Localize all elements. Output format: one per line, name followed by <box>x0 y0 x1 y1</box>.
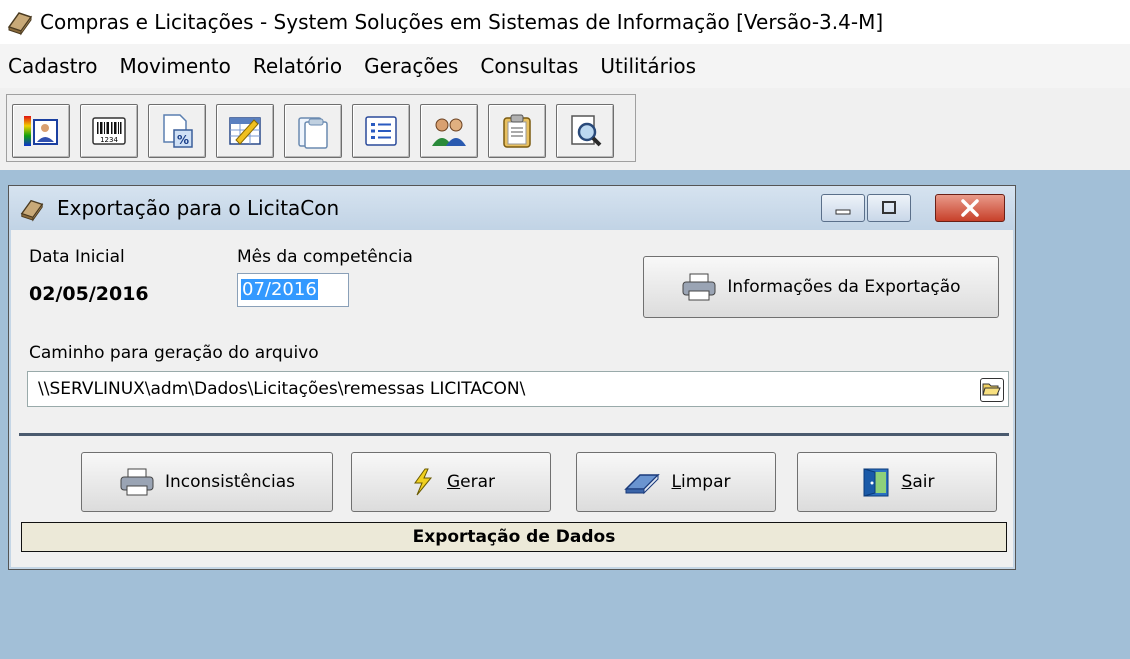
app-icon <box>7 12 33 36</box>
limpar-button[interactable]: Limpar <box>576 452 776 512</box>
lightning-icon <box>413 468 433 496</box>
search-document-icon <box>571 115 602 147</box>
limpar-label: Limpar <box>672 472 731 492</box>
gerar-accelerator: G <box>446 472 461 492</box>
toolbar-button-pessoas[interactable] <box>420 104 478 158</box>
dialog-title: Exportação para o LicitaCon <box>57 196 340 220</box>
inconsistencias-label: Inconsistências <box>165 472 295 492</box>
maximize-icon <box>882 201 896 214</box>
caminho-input[interactable]: \\SERVLINUX\adm\Dados\Licitações\remessa… <box>27 371 1009 407</box>
svg-text:1234: 1234 <box>100 136 118 144</box>
informacoes-exportacao-label: Informações da Exportação <box>727 277 961 297</box>
competencia-label: Mês da competência <box>237 247 413 267</box>
menu-cadastro[interactable]: Cadastro <box>0 54 111 78</box>
limpar-accelerator: L <box>671 472 681 492</box>
toolbar-button-cadastro[interactable] <box>12 104 70 158</box>
toolbar-button-lista[interactable] <box>352 104 410 158</box>
people-icon <box>432 118 466 146</box>
data-inicial-value: 02/05/2016 <box>29 283 149 305</box>
informacoes-exportacao-button[interactable]: Informações da Exportação <box>643 256 999 318</box>
minimize-button[interactable] <box>821 194 865 222</box>
dialog-titlebar[interactable]: Exportação para o LicitaCon <box>9 186 1015 230</box>
app-icon <box>20 199 44 222</box>
dialog-body: Data Inicial 02/05/2016 Mês da competênc… <box>11 230 1013 567</box>
toolbar: 1234 % <box>0 88 1130 170</box>
minimize-icon <box>835 209 851 215</box>
caminho-value: \\SERVLINUX\adm\Dados\Licitações\remessa… <box>38 379 526 399</box>
sair-accelerator: S <box>901 472 913 492</box>
limpar-label-rest: impar <box>681 472 731 492</box>
menu-consultas[interactable]: Consultas <box>472 54 592 78</box>
spreadsheet-edit-icon <box>229 117 261 145</box>
gerar-label: Gerar <box>447 472 495 492</box>
browse-folder-button[interactable] <box>980 378 1004 402</box>
export-dialog: Exportação para o LicitaCon Data Inicial… <box>8 185 1016 570</box>
svg-text:%: % <box>177 133 189 147</box>
clipboard-stack-icon <box>298 117 328 149</box>
toolbar-button-codigo-barras[interactable]: 1234 <box>80 104 138 158</box>
color-person-icon <box>24 116 58 146</box>
competencia-input[interactable]: 07/2016 <box>237 273 349 307</box>
status-panel: Exportação de Dados <box>21 522 1007 552</box>
barcode-icon: 1234 <box>92 117 126 145</box>
sair-label: Sair <box>902 472 935 492</box>
sair-button[interactable]: Sair <box>797 452 997 512</box>
clipboard-icon <box>503 114 531 148</box>
maximize-button[interactable] <box>867 194 911 222</box>
data-inicial-label: Data Inicial <box>29 247 125 267</box>
separator-line <box>19 433 1009 436</box>
app-title: Compras e Licitações - System Soluções e… <box>40 10 884 34</box>
eraser-icon <box>623 473 660 495</box>
menu-utilitarios[interactable]: Utilitários <box>592 54 710 78</box>
menu-relatorio[interactable]: Relatório <box>245 54 356 78</box>
caminho-label: Caminho para geração do arquivo <box>29 343 319 363</box>
printer-icon <box>120 468 154 496</box>
document-percent-icon: % <box>163 114 193 148</box>
close-icon <box>961 199 979 217</box>
gerar-label-rest: erar <box>460 472 496 492</box>
close-button[interactable] <box>935 194 1005 222</box>
menu-movimento[interactable]: Movimento <box>111 54 244 78</box>
list-icon <box>365 116 397 146</box>
toolbar-button-prancheta[interactable] <box>488 104 546 158</box>
folder-open-icon <box>982 383 1001 396</box>
gerar-button[interactable]: Gerar <box>351 452 551 512</box>
exit-door-icon <box>863 468 889 497</box>
app-titlebar: Compras e Licitações - System Soluções e… <box>0 0 1130 44</box>
toolbar-button-pesquisa[interactable] <box>556 104 614 158</box>
toolbar-button-planilha[interactable] <box>216 104 274 158</box>
toolbar-button-percentual[interactable]: % <box>148 104 206 158</box>
printer-icon <box>682 273 716 301</box>
inconsistencias-button[interactable]: Inconsistências <box>81 452 333 512</box>
sair-label-rest: air <box>912 472 935 492</box>
competencia-value: 07/2016 <box>241 279 318 300</box>
menu-bar: Cadastro Movimento Relatório Gerações Co… <box>0 44 1130 88</box>
toolbar-button-documentos[interactable] <box>284 104 342 158</box>
menu-geracoes[interactable]: Gerações <box>356 54 472 78</box>
